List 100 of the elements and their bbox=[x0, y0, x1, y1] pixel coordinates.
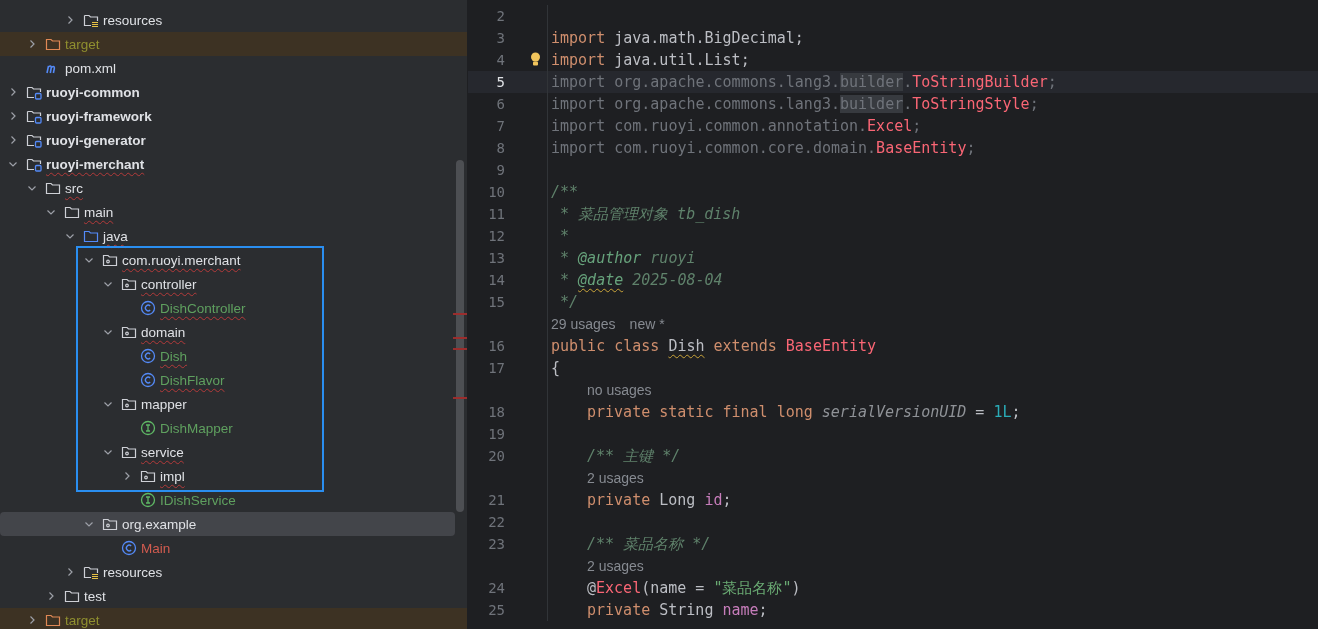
tree-item[interactable]: ruoyi-generator bbox=[0, 128, 455, 152]
code-line: import org.apache.commons.lang3.builder.ToStringBuilder; bbox=[551, 73, 1057, 91]
resources-folder-icon bbox=[83, 12, 99, 28]
code-line: private String name; bbox=[587, 601, 768, 619]
line-number: 13 bbox=[488, 250, 505, 266]
line-number: 8 bbox=[496, 140, 505, 156]
tree-item[interactable]: target bbox=[0, 32, 467, 56]
package-icon bbox=[121, 276, 137, 292]
tree-item[interactable]: target bbox=[0, 608, 467, 629]
module-folder-icon bbox=[26, 108, 42, 124]
tree-item[interactable]: service bbox=[0, 440, 455, 464]
usage-hint[interactable]: 2 usages bbox=[587, 470, 644, 486]
item-label: java bbox=[103, 228, 128, 244]
folder-icon bbox=[64, 588, 80, 604]
line-number: 19 bbox=[488, 426, 505, 442]
code-line: @Excel(name = "菜品名称") bbox=[587, 578, 801, 598]
item-label: service bbox=[141, 444, 184, 460]
tree-item[interactable]: ruoyi-framework bbox=[0, 104, 455, 128]
code-line: * @author ruoyi bbox=[559, 249, 696, 267]
code-line: import com.ruoyi.common.annotation.Excel; bbox=[551, 117, 922, 135]
scrollbar[interactable] bbox=[456, 160, 464, 512]
line-number: 18 bbox=[488, 404, 505, 420]
item-label: ruoyi-generator bbox=[46, 132, 146, 148]
item-label: target bbox=[65, 612, 100, 628]
tree-item[interactable]: DishFlavor bbox=[0, 368, 455, 392]
error-marker bbox=[453, 348, 467, 350]
tree-item[interactable]: ruoyi-common bbox=[0, 80, 455, 104]
item-label: ruoyi-common bbox=[46, 84, 140, 100]
tree-item[interactable]: DishMapper bbox=[0, 416, 455, 440]
item-label: DishController bbox=[160, 300, 246, 316]
tree-item[interactable]: controller bbox=[0, 272, 455, 296]
code-line: import org.apache.commons.lang3.builder.ToStringStyle; bbox=[551, 95, 1039, 113]
usage-hint[interactable]: no usages bbox=[587, 382, 652, 398]
item-label: main bbox=[84, 204, 114, 220]
package-icon bbox=[121, 324, 137, 340]
tree-item[interactable]: resources bbox=[0, 560, 455, 584]
code-line: import com.ruoyi.common.core.domain.BaseEntity; bbox=[551, 139, 976, 157]
code-line: /** bbox=[551, 183, 579, 201]
line-number: 16 bbox=[488, 338, 505, 354]
tree-item[interactable]: src bbox=[0, 176, 455, 200]
class-icon bbox=[140, 372, 156, 388]
tree-item[interactable]: pom.xml bbox=[0, 56, 455, 80]
item-label: DishFlavor bbox=[160, 372, 225, 388]
tree-item[interactable]: resources bbox=[0, 8, 455, 32]
tree-item[interactable]: main bbox=[0, 200, 455, 224]
item-label: org.example bbox=[122, 516, 197, 532]
class-icon bbox=[140, 300, 156, 316]
code-line: private static final long serialVersionUID = 1L; bbox=[587, 403, 1021, 421]
tree-item[interactable]: org.example bbox=[0, 512, 455, 536]
line-number: 24 bbox=[488, 580, 505, 596]
class-icon bbox=[121, 540, 137, 556]
resources-folder-icon bbox=[83, 564, 99, 580]
error-marker bbox=[453, 397, 467, 399]
folder-icon bbox=[64, 204, 80, 220]
item-label: DishMapper bbox=[160, 420, 233, 436]
usage-hint[interactable]: 29 usages bbox=[551, 316, 616, 332]
line-number: 6 bbox=[496, 96, 505, 112]
code-line: /** 主键 */ bbox=[587, 446, 681, 466]
item-label: ruoyi-framework bbox=[46, 108, 152, 124]
tree-item[interactable]: impl bbox=[0, 464, 455, 488]
item-label: impl bbox=[160, 468, 185, 484]
tree-item[interactable]: java bbox=[0, 224, 455, 248]
tree-item[interactable]: test bbox=[0, 584, 455, 608]
code-line: public class Dish extends BaseEntity bbox=[551, 337, 877, 355]
error-marker bbox=[453, 313, 467, 315]
line-number: 4 bbox=[496, 52, 505, 68]
item-label: resources bbox=[103, 564, 163, 580]
line-number: 17 bbox=[488, 360, 505, 376]
line-number: 25 bbox=[488, 602, 505, 618]
tree-item[interactable]: IDishService bbox=[0, 488, 455, 512]
tree-item[interactable]: DishController bbox=[0, 296, 455, 320]
tree-item[interactable]: ruoyi-merchant bbox=[0, 152, 455, 176]
item-label: controller bbox=[141, 276, 197, 292]
usage-hint[interactable]: 2 usages bbox=[587, 558, 644, 574]
usage-hint[interactable]: new * bbox=[629, 316, 665, 332]
package-icon bbox=[102, 252, 118, 268]
item-label: IDishService bbox=[160, 492, 236, 508]
code-line: /** 菜品名称 */ bbox=[587, 534, 711, 554]
line-number: 9 bbox=[496, 162, 505, 178]
tree-item[interactable]: com.ruoyi.merchant bbox=[0, 248, 455, 272]
item-label: Main bbox=[141, 540, 171, 556]
item-label: pom.xml bbox=[65, 60, 116, 76]
code-line: */ bbox=[559, 293, 579, 311]
line-number: 23 bbox=[488, 536, 505, 552]
code-line: * 菜品管理对象 tb_dish bbox=[559, 204, 741, 224]
tree-item[interactable]: Main bbox=[0, 536, 455, 560]
code-line: import java.util.List; bbox=[551, 51, 750, 69]
item-label: resources bbox=[103, 12, 163, 28]
tree-item[interactable]: mapper bbox=[0, 392, 455, 416]
item-label: test bbox=[84, 588, 106, 604]
line-number: 15 bbox=[488, 294, 505, 310]
package-icon bbox=[140, 468, 156, 484]
tree-item[interactable]: domain bbox=[0, 320, 455, 344]
item-label: com.ruoyi.merchant bbox=[122, 252, 241, 268]
tree-item[interactable]: Dish bbox=[0, 344, 455, 368]
lightbulb-icon[interactable] bbox=[530, 52, 541, 66]
line-number: 20 bbox=[488, 448, 505, 464]
class-icon bbox=[140, 348, 156, 364]
folder-icon bbox=[45, 180, 61, 196]
line-number: 21 bbox=[488, 492, 505, 508]
